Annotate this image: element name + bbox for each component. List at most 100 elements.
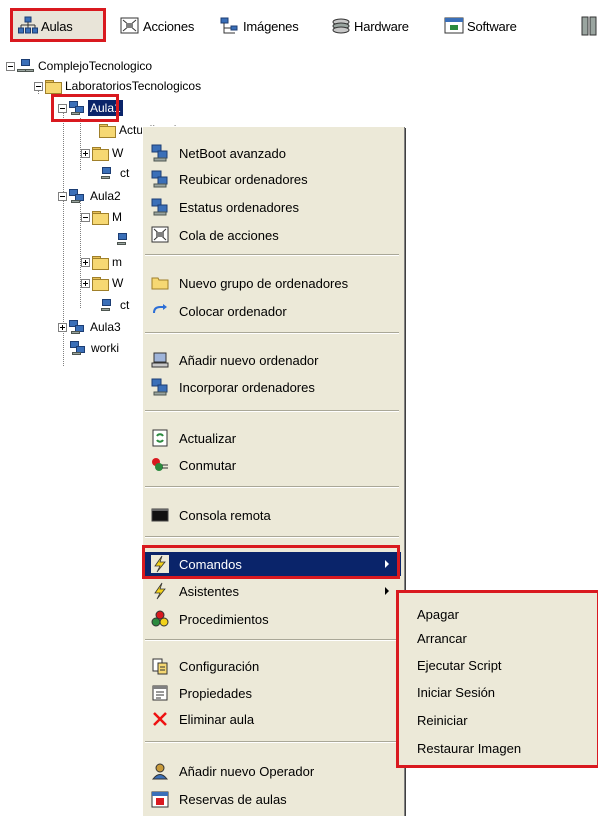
menu-item-procedimientos[interactable]: Procedimientos — [143, 607, 401, 631]
menu-item-configuracion[interactable]: Configuración — [143, 654, 401, 678]
tree-node-aula2-child[interactable]: m — [81, 253, 124, 271]
expand-icon[interactable] — [81, 278, 90, 288]
images-icon — [220, 16, 240, 36]
switch-icon — [151, 456, 169, 474]
tree-node-aula1-child[interactable]: W — [81, 144, 125, 162]
tree-node-aula3[interactable]: Aula3 — [58, 318, 123, 336]
server-icon — [580, 16, 598, 36]
submenu-item-restaurar-imagen[interactable]: Restaurar Imagen — [417, 737, 521, 759]
computer-icon — [99, 298, 116, 313]
actions-icon — [120, 16, 140, 36]
expand-icon[interactable] — [81, 257, 90, 267]
menu-item-propiedades[interactable]: Propiedades — [143, 681, 401, 705]
menu-item-comandos[interactable]: Comandos — [143, 552, 401, 576]
menu-item-asistentes[interactable]: Asistentes — [143, 579, 401, 603]
toolbar-separator — [436, 14, 437, 36]
menu-item-consola[interactable]: Consola remota — [143, 503, 401, 527]
submenu-item-apagar[interactable]: Apagar — [417, 603, 459, 625]
tree-node-aula2-child[interactable]: W — [81, 274, 125, 292]
network-icon — [17, 58, 34, 74]
menu-item-cola[interactable]: Cola de acciones — [143, 223, 401, 247]
tree-node-root[interactable]: ComplejoTecnologico — [6, 57, 154, 75]
context-menu: NetBoot avanzado Reubicar ordenadores Es… — [142, 126, 404, 816]
folder-icon — [151, 274, 169, 292]
folder-icon — [92, 255, 109, 270]
menu-separator — [145, 332, 399, 334]
aulas-button[interactable]: Aulas — [18, 12, 73, 40]
menu-separator — [145, 741, 399, 743]
computer-group-icon — [151, 198, 169, 216]
folder-icon — [99, 123, 116, 138]
menu-item-eliminar[interactable]: Eliminar aula — [143, 707, 401, 731]
tree-node-computer[interactable] — [115, 230, 134, 248]
tree-node-aula1[interactable]: Aula1 — [58, 99, 123, 117]
computer-group-icon — [69, 319, 86, 335]
more-toolbar-button[interactable] — [580, 12, 598, 40]
menu-item-anadir-operador[interactable]: Añadir nuevo Operador — [143, 759, 401, 783]
imagenes-button-label: Imágenes — [243, 18, 299, 34]
submenu-item-arrancar[interactable]: Arrancar — [417, 627, 467, 649]
menu-separator — [145, 410, 399, 412]
menu-item-netboot[interactable]: NetBoot avanzado — [143, 141, 401, 165]
menu-item-colocar[interactable]: Colocar ordenador — [143, 299, 401, 323]
hardware-button[interactable]: Hardware — [331, 12, 409, 40]
menu-item-anadir-ordenador[interactable]: Añadir nuevo ordenador — [143, 348, 401, 372]
collapse-icon[interactable] — [58, 191, 67, 201]
tree-node-aula2-child[interactable]: M — [81, 208, 124, 226]
computer-group-icon — [151, 378, 169, 396]
expand-icon[interactable] — [81, 148, 90, 158]
hardware-button-label: Hardware — [354, 18, 409, 34]
computer-icon — [151, 351, 169, 369]
menu-item-conmutar[interactable]: Conmutar — [143, 453, 401, 477]
software-button-label: Software — [467, 18, 517, 34]
folder-icon — [92, 210, 109, 225]
lightning-icon — [151, 582, 169, 600]
computer-group-icon — [69, 188, 86, 204]
calendar-icon — [151, 790, 169, 808]
menu-item-nuevo-grupo[interactable]: Nuevo grupo de ordenadores — [143, 271, 401, 295]
properties-icon — [151, 684, 169, 702]
toolbar-separator — [572, 14, 573, 36]
submenu-item-reiniciar[interactable]: Reiniciar — [417, 709, 468, 731]
toolbar-separator — [112, 14, 113, 36]
menu-item-estatus[interactable]: Estatus ordenadores — [143, 195, 401, 219]
aulas-button-label: Aulas — [41, 18, 73, 34]
expand-icon[interactable] — [58, 322, 67, 332]
menu-item-reservas[interactable]: Reservas de aulas — [143, 787, 401, 811]
menu-separator — [145, 486, 399, 488]
procedures-icon — [151, 610, 169, 628]
configuration-icon — [151, 657, 169, 675]
tree-node-aula2[interactable]: Aula2 — [58, 187, 123, 205]
menu-separator — [145, 254, 399, 256]
computer-group-icon — [70, 340, 87, 356]
submenu-item-iniciar-sesion[interactable]: Iniciar Sesión — [417, 681, 495, 703]
submenu-arrow-icon — [385, 560, 389, 568]
menu-separator — [145, 536, 399, 538]
tree-node-aula1-child[interactable]: ct — [99, 164, 131, 182]
collapse-icon[interactable] — [6, 61, 15, 71]
submenu-item-ejecutar-script[interactable]: Ejecutar Script — [417, 654, 502, 676]
folder-icon — [92, 276, 109, 291]
imagenes-button[interactable]: Imágenes — [220, 12, 299, 40]
menu-item-reubicar[interactable]: Reubicar ordenadores — [143, 167, 401, 191]
menu-separator — [145, 639, 399, 641]
console-icon — [151, 506, 169, 524]
delete-icon — [151, 710, 169, 728]
tree-node-lab[interactable]: LaboratoriosTecnologicos — [34, 77, 203, 95]
collapse-icon[interactable] — [34, 81, 43, 91]
toolbar-separator — [323, 14, 324, 36]
computer-group-icon — [151, 144, 169, 162]
tree-node-working[interactable]: worki — [70, 339, 121, 357]
acciones-button[interactable]: Acciones — [120, 12, 194, 40]
tree-node-aula2-child[interactable]: ct — [99, 296, 131, 314]
submenu-arrow-icon — [385, 587, 389, 595]
software-icon — [444, 16, 464, 36]
collapse-icon[interactable] — [81, 212, 90, 222]
folder-icon — [45, 79, 62, 94]
computer-icon — [115, 232, 132, 247]
acciones-button-label: Acciones — [143, 18, 195, 34]
menu-item-incorporar[interactable]: Incorporar ordenadores — [143, 375, 401, 399]
collapse-icon[interactable] — [58, 103, 67, 113]
menu-item-actualizar[interactable]: Actualizar — [143, 426, 401, 450]
software-button[interactable]: Software — [444, 12, 517, 40]
